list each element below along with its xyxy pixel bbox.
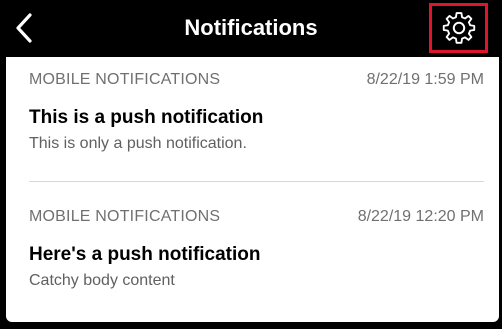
notifications-screen: Notifications MOBILE NOTIFICATIONS 8/22/… bbox=[0, 0, 502, 329]
notification-item[interactable]: MOBILE NOTIFICATIONS 8/22/19 12:20 PM He… bbox=[6, 182, 499, 322]
notification-source: MOBILE NOTIFICATIONS bbox=[29, 208, 221, 225]
page-title: Notifications bbox=[184, 15, 318, 40]
notification-timestamp: 8/22/19 12:20 PM bbox=[357, 208, 484, 225]
notification-source: MOBILE NOTIFICATIONS bbox=[29, 71, 221, 88]
notification-body: Catchy body content bbox=[29, 272, 175, 289]
back-button[interactable] bbox=[4, 6, 44, 50]
gear-icon bbox=[442, 12, 475, 44]
settings-button[interactable] bbox=[429, 3, 488, 53]
chevron-left-icon bbox=[16, 13, 32, 43]
notification-title: Here's a push notification bbox=[29, 244, 261, 265]
notification-list: MOBILE NOTIFICATIONS 8/22/19 1:59 PM Thi… bbox=[6, 57, 499, 322]
notification-body: This is only a push notification. bbox=[29, 135, 247, 152]
notification-item[interactable]: MOBILE NOTIFICATIONS 8/22/19 1:59 PM Thi… bbox=[6, 57, 499, 181]
header-bar: Notifications bbox=[0, 0, 502, 57]
notification-title: This is a push notification bbox=[29, 107, 264, 128]
notification-timestamp: 8/22/19 1:59 PM bbox=[366, 71, 484, 88]
